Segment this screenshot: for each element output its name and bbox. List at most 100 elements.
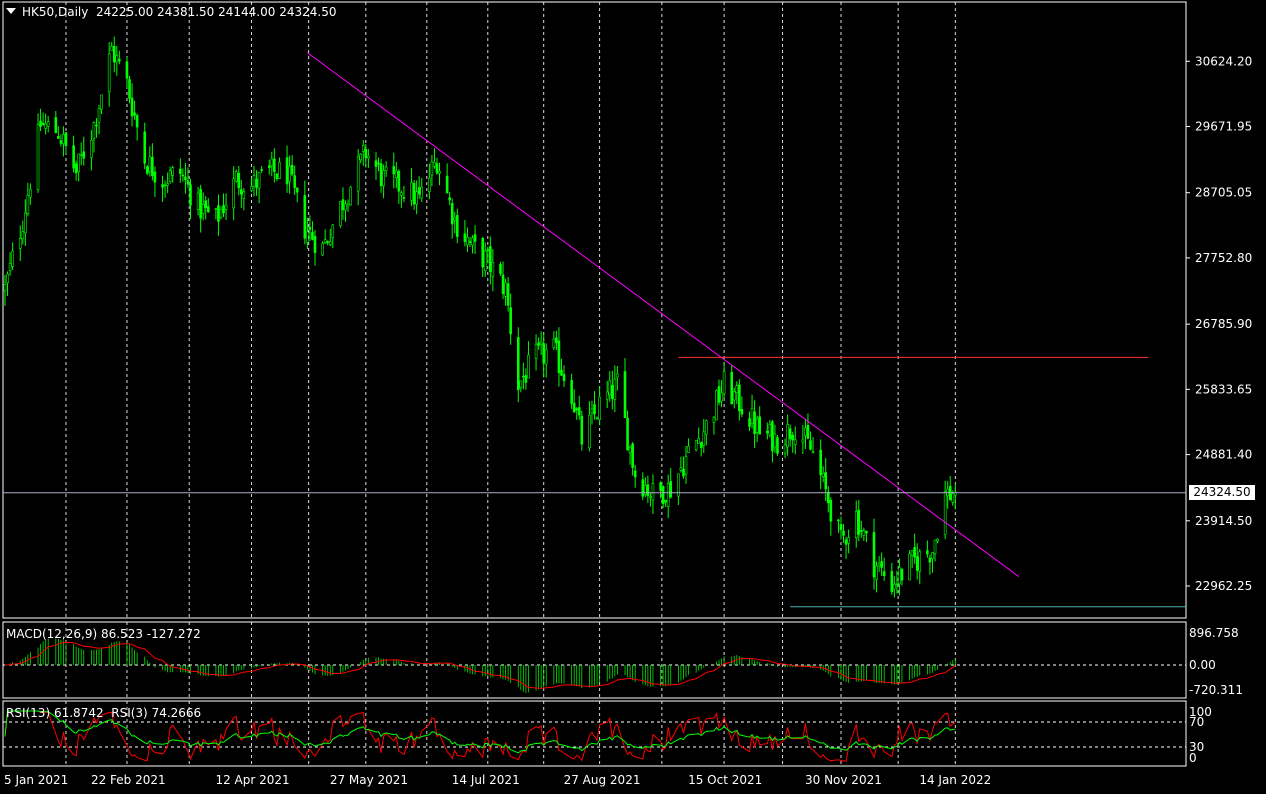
candle-body <box>135 115 139 128</box>
candle-body <box>712 417 716 423</box>
candle-body <box>321 243 324 256</box>
price-tick-label: 27752.80 <box>1195 251 1252 265</box>
candle-body <box>77 153 80 173</box>
candle-body <box>331 224 335 238</box>
date-axis: 5 Jan 2021 22 Feb 2021 12 Apr 2021 27 May 2… <box>4 773 991 787</box>
candle-body <box>392 166 396 175</box>
date-tick-label: 12 Apr 2021 <box>215 773 289 787</box>
candle-body <box>872 532 876 578</box>
dropdown-triangle-icon[interactable] <box>6 8 16 14</box>
candle-body <box>36 124 40 190</box>
rsi-header: RSI(13) 61.8742 RSI(3) 74.2666 <box>6 706 201 720</box>
candle-body <box>539 341 543 345</box>
candle-body <box>735 385 739 393</box>
rsi3-title: RSI(3) <box>111 706 148 720</box>
candle-body <box>163 184 167 187</box>
candle-body <box>755 418 759 433</box>
candle-body <box>359 153 363 161</box>
candle-body <box>687 445 690 453</box>
candle-body <box>748 418 751 427</box>
candle-body <box>62 134 65 144</box>
candle-body <box>837 519 840 522</box>
candle-body <box>732 391 736 401</box>
candle-body <box>590 408 594 414</box>
date-tick-label: 14 Jul 2021 <box>452 773 520 787</box>
candle-body <box>219 209 223 218</box>
candle-body <box>809 440 812 450</box>
candle-body <box>328 241 332 245</box>
candle-body <box>773 433 777 448</box>
candle-body <box>572 402 576 413</box>
candle-body <box>433 162 436 167</box>
candle-body <box>471 237 474 246</box>
candle-body <box>367 155 370 159</box>
candle-body <box>417 187 421 195</box>
candle-body <box>509 307 512 335</box>
rsi13-value: 61.8742 <box>53 706 104 720</box>
candle-body <box>768 424 772 436</box>
candle-body <box>255 178 258 188</box>
candle-body <box>694 440 698 451</box>
candle-body <box>92 122 96 139</box>
date-tick-label: 14 Jan 2022 <box>919 773 991 787</box>
candle-body <box>224 204 228 210</box>
candle-body <box>171 167 175 176</box>
candle-body <box>374 160 378 167</box>
candle-body <box>684 455 688 475</box>
candle-body <box>524 375 528 383</box>
candle-body <box>931 552 934 559</box>
candle-body <box>489 246 492 272</box>
candle-body <box>267 165 271 168</box>
candle-body <box>339 201 342 226</box>
candle-body <box>738 384 741 412</box>
candle-body <box>453 217 457 221</box>
candle-body <box>189 184 192 206</box>
candle-body <box>793 439 797 445</box>
candle-body <box>651 483 655 501</box>
candle-body <box>699 442 703 449</box>
candle-body <box>928 557 932 563</box>
candle-body <box>466 236 469 245</box>
candle-body <box>39 120 42 127</box>
candle-body <box>125 61 129 79</box>
candle-body <box>41 122 45 125</box>
date-tick-label: 27 May 2021 <box>330 773 408 787</box>
candle-body <box>890 571 894 593</box>
candle-body <box>616 373 619 378</box>
candle-body <box>557 340 561 374</box>
candle-body <box>826 491 830 504</box>
candle-body <box>664 499 667 503</box>
candle-body <box>196 192 200 211</box>
candle-body <box>402 197 406 199</box>
candle-body <box>865 530 868 534</box>
ohlc-values: 24225.00 24381.50 24144.00 24324.50 <box>95 5 337 19</box>
candle-body <box>717 386 721 403</box>
grid-lines <box>3 2 1186 766</box>
candle-body <box>395 170 398 178</box>
candle-body <box>933 539 937 554</box>
candle-body <box>26 195 30 215</box>
candle-body <box>206 206 210 213</box>
candle-body <box>811 450 815 453</box>
candle-body <box>943 491 947 536</box>
candle-body <box>788 428 792 440</box>
candle-body <box>857 509 861 535</box>
candle-body <box>860 530 863 532</box>
candlestick-series[interactable] <box>3 36 957 598</box>
candle-body <box>893 584 896 590</box>
candle-body <box>450 203 454 225</box>
candle-body <box>250 185 253 191</box>
candle-body <box>107 53 111 93</box>
candle-body <box>57 136 60 139</box>
candle-body <box>605 391 609 400</box>
candle-body <box>910 550 914 556</box>
candle-body <box>588 414 591 449</box>
candle-body <box>364 148 368 158</box>
candle-body <box>641 479 645 497</box>
candle-body <box>801 439 805 443</box>
candle-body <box>428 177 431 192</box>
candle-body <box>288 166 291 182</box>
chart-canvas[interactable]: 30624.20 29671.95 28705.05 27752.80 26785.90… <box>0 0 1266 794</box>
candle-body <box>722 371 726 395</box>
candle-body <box>646 484 650 496</box>
